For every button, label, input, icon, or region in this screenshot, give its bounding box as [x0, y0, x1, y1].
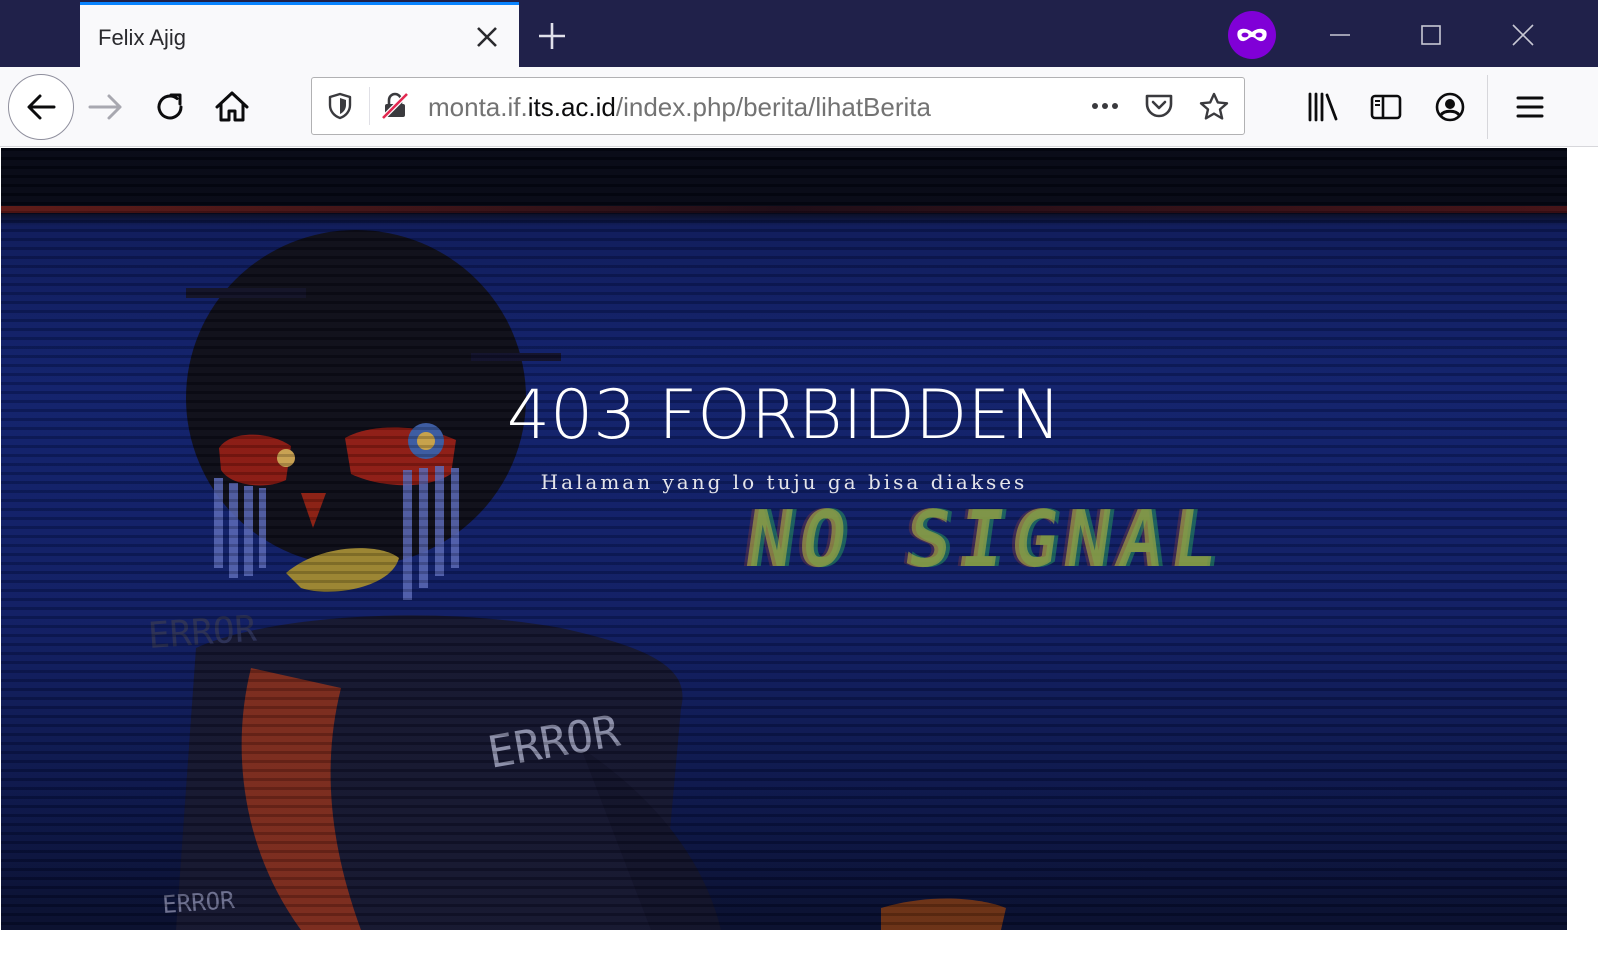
forward-arrow-icon[interactable]	[82, 83, 130, 131]
minimize-icon[interactable]	[1322, 17, 1358, 53]
maximize-icon[interactable]	[1413, 17, 1449, 53]
hamburger-menu-icon[interactable]	[1512, 89, 1548, 125]
page-content: ERROR ERROR ERROR NO SIGNAL 403 FORBIDDE…	[1, 148, 1567, 930]
library-icon[interactable]	[1305, 89, 1341, 125]
tab-strip: Felix Ajig	[0, 0, 1598, 67]
reload-icon[interactable]	[146, 83, 194, 131]
navigation-toolbar: monta.if.its.ac.id/index.php/berita/liha…	[0, 67, 1598, 147]
private-mask-icon	[1228, 11, 1276, 59]
window-close-icon[interactable]	[1505, 17, 1541, 53]
url-prefix: monta.if.	[428, 92, 528, 122]
plus-icon[interactable]	[534, 18, 570, 54]
urlbar-divider	[369, 87, 370, 125]
page-title: 403 FORBIDDEN	[506, 376, 1062, 455]
toolbar-divider	[1487, 75, 1488, 139]
back-arrow-icon[interactable]	[8, 74, 74, 140]
shield-icon[interactable]	[325, 91, 355, 126]
address-bar[interactable]: monta.if.its.ac.id/index.php/berita/liha…	[311, 77, 1245, 135]
home-icon[interactable]	[208, 83, 256, 131]
url-text[interactable]: monta.if.its.ac.id/index.php/berita/liha…	[428, 92, 931, 123]
tab-active[interactable]: Felix Ajig	[80, 2, 519, 67]
star-icon[interactable]	[1198, 91, 1230, 128]
sidebar-icon[interactable]	[1368, 89, 1404, 125]
page-subtitle: Halaman yang lo tuju ga bisa diakses	[540, 470, 1028, 494]
close-icon[interactable]	[473, 23, 501, 51]
more-icon[interactable]	[1087, 91, 1123, 126]
pocket-icon[interactable]	[1143, 91, 1175, 126]
no-signal-text: NO SIGNAL	[739, 495, 1229, 585]
account-icon[interactable]	[1432, 89, 1468, 125]
url-path: /index.php/berita/lihatBerita	[615, 92, 931, 122]
tab-title: Felix Ajig	[98, 25, 187, 50]
url-domain: its.ac.id	[527, 92, 616, 122]
insecure-lock-icon[interactable]	[380, 91, 410, 126]
